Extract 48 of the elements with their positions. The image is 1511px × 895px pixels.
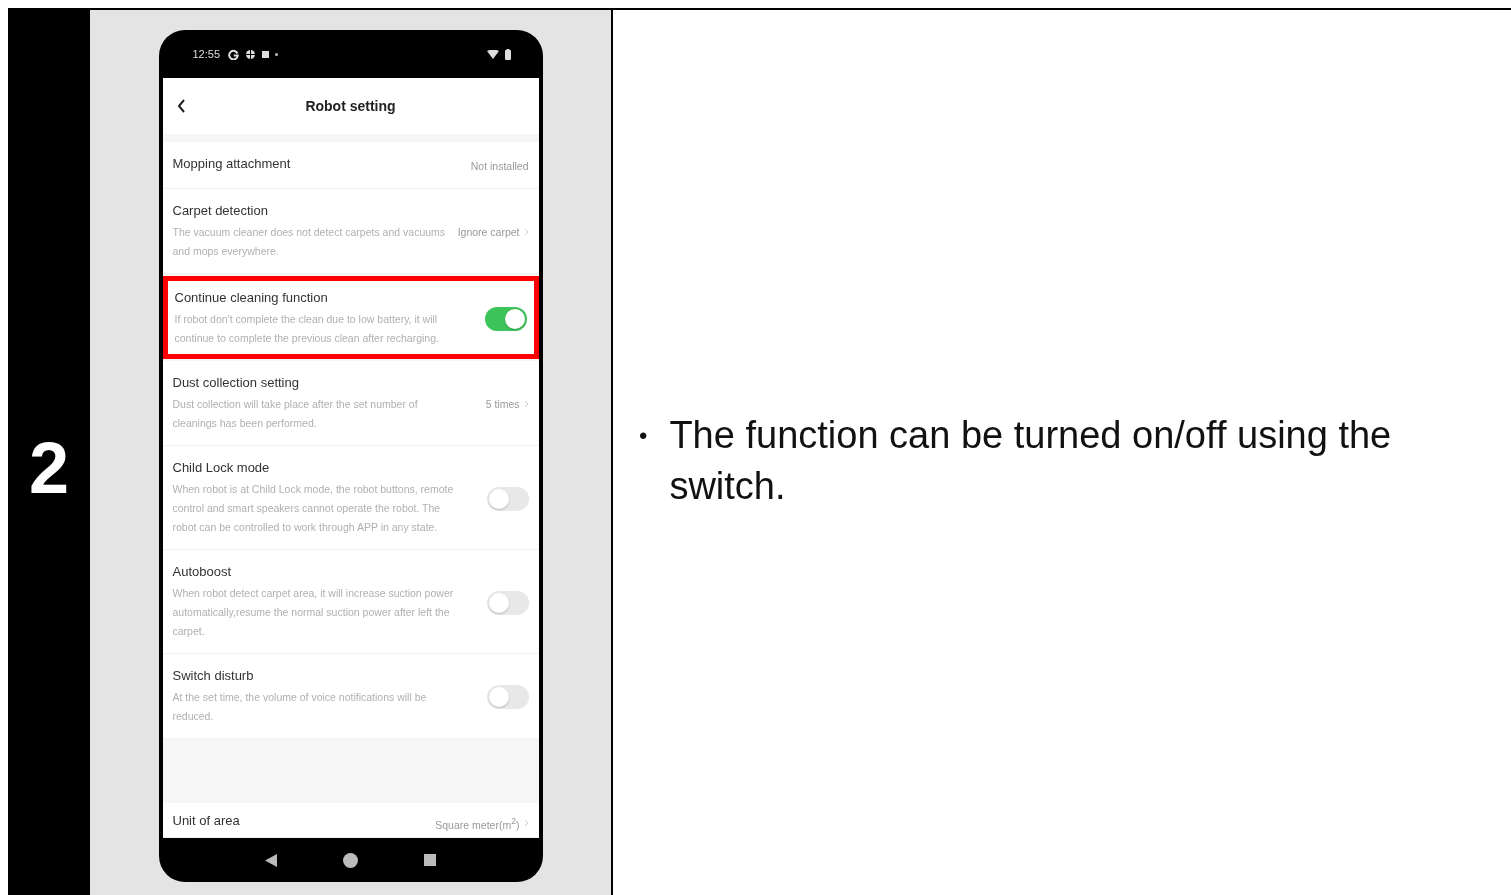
battery-icon: [504, 48, 511, 60]
dot-icon: [275, 52, 279, 56]
status-time: 12:55: [192, 48, 221, 60]
setting-description: When robot detect carpet area, it will increase suction power automatically,resume the normal suction power after left the carpet.: [172, 586, 455, 639]
setting-description: The vacuum cleaner does not detect carpets and vacuums and mops everywhere.: [172, 225, 447, 259]
setting-title: Dust collection setting: [172, 375, 300, 390]
back-chevron-icon: [176, 99, 186, 113]
setting-row[interactable]: Switch disturb At the set time, the volume of voice notifications will be reduced.: [162, 654, 539, 739]
step-number: 2: [28, 426, 69, 509]
setting-title: Carpet detection: [172, 203, 269, 218]
setting-row[interactable]: Unit of area Square meter(m$^{2}$): [162, 803, 539, 838]
setting-value: Not installed: [470, 160, 529, 172]
setting-title: Continue cleaning function: [174, 290, 329, 305]
setting-title: Autoboost: [172, 564, 233, 579]
chevron-right-icon: [523, 400, 529, 408]
bullet: •: [639, 421, 648, 451]
setting-row[interactable]: Carpet detection The vacuum cleaner does not detect carpets and vacuums and mops everywhere. Ignore carpet: [162, 189, 539, 274]
setting-title: Switch disturb: [172, 668, 255, 683]
toggle-switch[interactable]: [486, 486, 529, 511]
setting-description: At the set time, the volume of voice notifications will be reduced.: [172, 690, 428, 724]
toggle-switch[interactable]: [486, 590, 529, 615]
highlighted-setting-row[interactable]: Continue cleaning function If robot don't complete the clean due to low battery, it will continue to complete the previous clean after recharging.: [162, 276, 539, 359]
screen-title: Robot setting: [304, 98, 397, 114]
square-icon: [262, 50, 270, 58]
home-circle-icon: [343, 852, 358, 868]
chevron-right-icon: [523, 228, 529, 236]
crosshair-circle-icon: [245, 48, 257, 60]
setting-title: Child Lock mode: [172, 460, 271, 475]
back-triangle-icon: [265, 853, 278, 867]
setting-row[interactable]: Dust collection setting Dust collection will take place after the set number of cleanings has been performed. 5 times: [162, 361, 539, 446]
setting-row[interactable]: Child Lock mode When robot is at Child Lock mode, the robot buttons, remote control and smart speakers cannot operate the robot. The robot can be controlled to work through APP in any state.: [162, 446, 539, 550]
instruction-text: The function can be turned on/off using the switch.: [669, 413, 1393, 509]
setting-description: If robot don't complete the clean due to low battery, it will continue to complete the previous clean after recharging.: [174, 312, 440, 346]
setting-value: 5 times: [485, 398, 520, 410]
setting-row[interactable]: Autoboost When robot detect carpet area, it will increase suction power automatically,resume the normal suction power after left the carpet.: [162, 550, 539, 654]
toggle-switch[interactable]: [486, 685, 529, 709]
setting-value: Square meter(m$^{2}$): [435, 815, 520, 831]
square-icon: [423, 854, 436, 866]
setting-row[interactable]: Mopping attachment Not installed: [162, 142, 539, 189]
setting-title: Mopping attachment: [172, 156, 292, 171]
setting-description: When robot is at Child Lock mode, the robot buttons, remote control and smart speakers cannot operate the robot. The robot can be controlled to work through APP in any state.: [172, 482, 455, 535]
wifi-icon: [486, 49, 499, 59]
toggle-switch[interactable]: [484, 307, 527, 331]
setting-value: Ignore carpet: [457, 226, 520, 238]
g-letter-icon: [228, 48, 240, 60]
setting-description: Dust collection will take place after the set number of cleanings has been performed.: [172, 397, 419, 431]
setting-title: Unit of area: [172, 813, 241, 828]
chevron-right-icon: [523, 819, 529, 827]
